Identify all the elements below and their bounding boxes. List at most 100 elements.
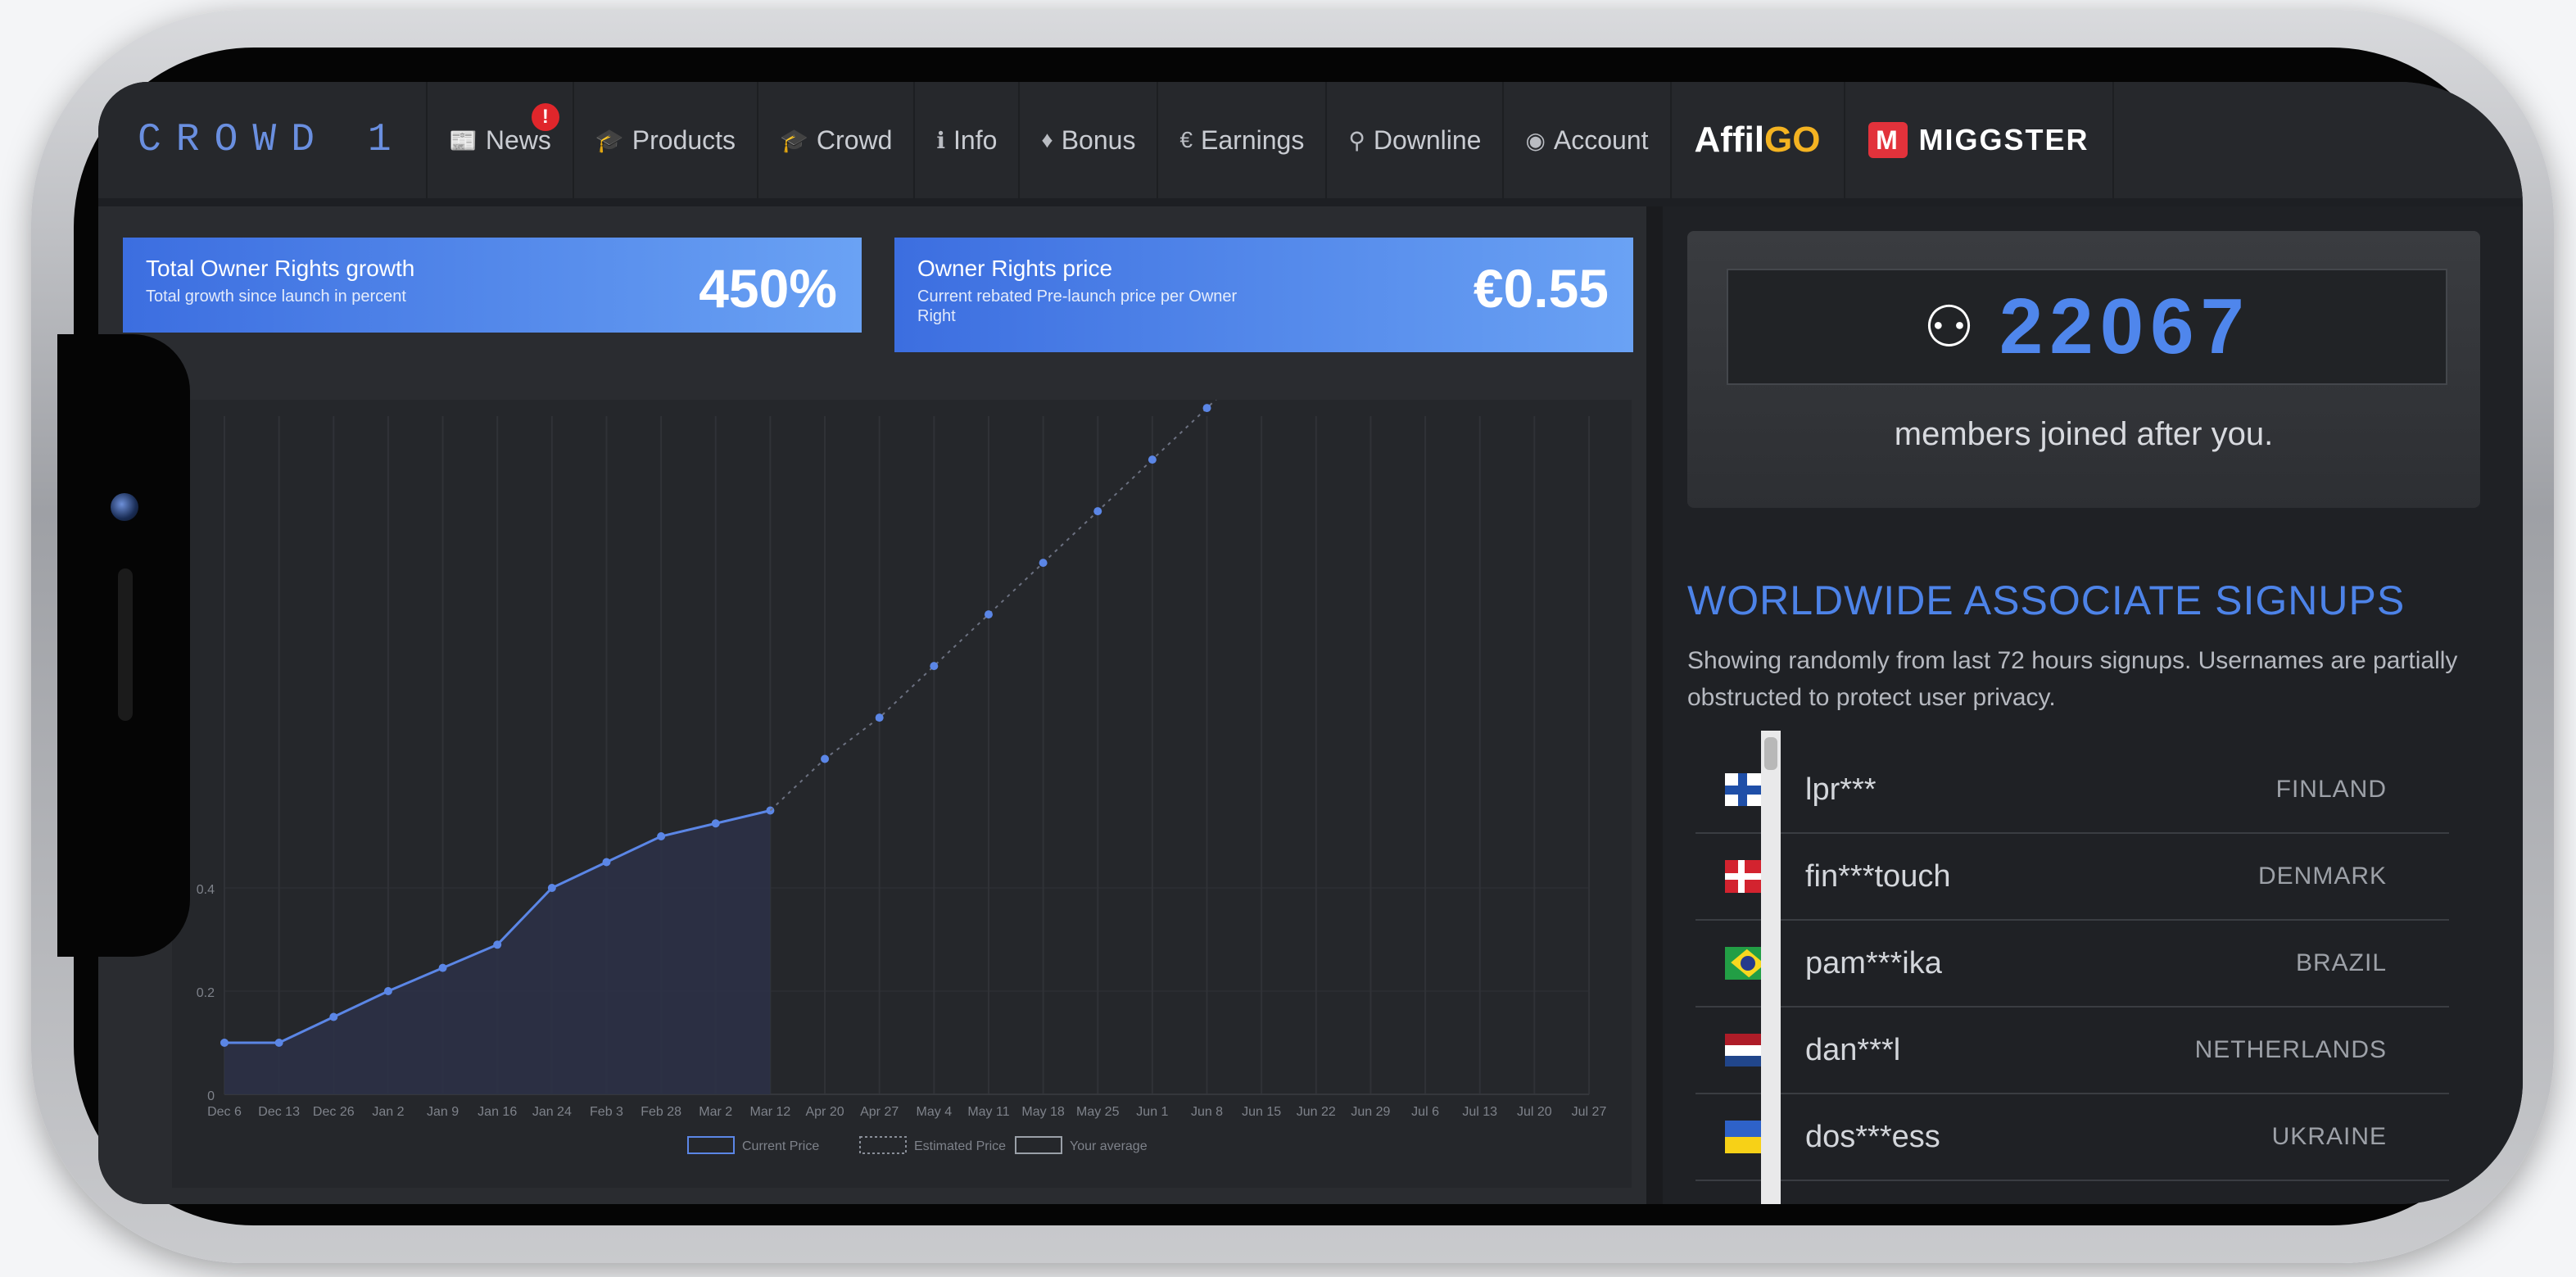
signups-subtitle: Showing randomly from last 72 hours sign…: [1687, 647, 2458, 711]
x-tick-label: Mar 12: [750, 1105, 791, 1119]
signup-country: DENMARK: [2257, 863, 2387, 890]
nav-item-label: Crowd: [816, 125, 893, 155]
x-tick-label: May 4: [917, 1105, 953, 1119]
signup-row: lpr*** FINLAND: [1695, 747, 2449, 834]
nav-item-downline[interactable]: ⚲ Downline: [1325, 82, 1502, 198]
legend-label: Estimated Price: [914, 1139, 1006, 1153]
current-price-point: [438, 963, 447, 972]
signup-row: fin***touch DENMARK: [1695, 834, 2449, 921]
current-price-point: [711, 819, 720, 828]
nav-item-label: Bonus: [1061, 125, 1136, 155]
signup-row: dos***ess UKRAINE: [1695, 1094, 2449, 1181]
signup-username: pam***ika: [1805, 945, 1942, 980]
x-tick-label: Jan 24: [532, 1105, 572, 1119]
x-tick-label: May 11: [967, 1105, 1009, 1119]
signup-username: fin***touch: [1805, 858, 1951, 894]
signup-username: dos***ess: [1805, 1119, 1940, 1154]
signup-country: BRAZIL: [2295, 949, 2387, 976]
group-users-icon: ⚇: [1923, 295, 1975, 359]
signups-title: WORLDWIDE ASSOCIATE SIGNUPS: [1687, 577, 2406, 623]
sitemap-icon: ⚲: [1348, 127, 1365, 153]
current-price-point: [602, 858, 611, 867]
signup-username: dan***l: [1805, 1032, 1901, 1067]
x-tick-label: May 25: [1076, 1105, 1120, 1119]
growth-stat-card: Total Owner Rights growth Total growth s…: [123, 238, 862, 333]
members-card: ⚇ 22067 members joined after you.: [1687, 231, 2480, 508]
y-tick-label: 0: [207, 1089, 215, 1103]
x-tick-label: Apr 20: [805, 1105, 844, 1119]
x-tick-label: Jul 13: [1462, 1105, 1497, 1119]
nav-item-label: Downline: [1373, 125, 1482, 155]
affilgo-text: Affil: [1694, 120, 1765, 160]
x-tick-label: Jan 2: [372, 1105, 404, 1119]
nav-item-news[interactable]: 📰 News!: [426, 82, 573, 198]
legend-label: Your average: [1070, 1139, 1148, 1153]
signup-row: dan***l NETHERLANDS: [1695, 1008, 2449, 1094]
x-tick-label: Jun 29: [1351, 1105, 1390, 1119]
price-subtitle: Current rebated Pre-launch price per Own…: [917, 288, 1238, 325]
miggster-icon: M: [1867, 122, 1908, 158]
affilgo-go-text: GO: [1764, 120, 1821, 160]
nav-item-products[interactable]: 🎓 Products: [572, 82, 757, 198]
miggster-logo-link[interactable]: M MIGGSTER: [1843, 82, 2114, 198]
estimated-price-point: [984, 610, 993, 619]
members-count: 22067: [1999, 283, 2251, 370]
signups-scrollbar[interactable]: [1761, 731, 1781, 1204]
app-screen: CROWD 1 📰 News! 🎓 Products 🎓 Crowd ℹ Info ♦ Bonus…: [98, 82, 2523, 1204]
current-price-point: [657, 832, 666, 840]
current-price-point: [493, 940, 502, 949]
nav-item-bonus[interactable]: ♦ Bonus: [1018, 82, 1157, 198]
graduation-cap-icon: 🎓: [780, 127, 808, 153]
news-alert-badge: !: [531, 103, 559, 131]
affilgo-logo-link[interactable]: Affil GO: [1669, 82, 1844, 198]
price-chart: 0 0.2 0.4 Dec 6 Dec 13 Dec 26 Jan 2 Jan 9 Jan 16…: [172, 82, 1632, 1188]
euro-icon: €: [1179, 127, 1193, 152]
info-icon: ℹ: [936, 127, 946, 153]
nav-item-earnings[interactable]: € Earnings: [1157, 82, 1325, 198]
members-caption: members joined after you.: [1894, 416, 2274, 452]
x-tick-label: Jul 6: [1411, 1105, 1439, 1119]
y-tick-label: 0.4: [197, 883, 215, 897]
x-tick-label: Mar 2: [699, 1105, 732, 1119]
diamond-icon: ♦: [1041, 127, 1053, 152]
x-tick-label: Dec 6: [207, 1105, 242, 1119]
signup-country: NETHERLANDS: [2194, 1036, 2387, 1063]
estimated-price-line: [769, 82, 1548, 812]
y-tick-label: 0.2: [197, 986, 215, 1000]
current-price-point: [220, 1039, 229, 1047]
nav-item-account[interactable]: ◉ Account: [1502, 82, 1669, 198]
x-tick-label: Jul 27: [1572, 1105, 1607, 1119]
legend-label: Current Price: [742, 1139, 819, 1153]
current-price-point: [274, 1039, 283, 1047]
x-tick-label: Jan 9: [427, 1105, 459, 1119]
owner-rights-panel: Total Owner Rights growth Total growth s…: [98, 82, 1646, 1204]
estimated-price-point: [821, 754, 830, 763]
legend-swatch: [1015, 1136, 1062, 1154]
nav-item-label: Products: [632, 125, 736, 155]
nav-item-crowd[interactable]: 🎓 Crowd: [757, 82, 913, 198]
x-tick-label: Feb 28: [641, 1105, 681, 1119]
current-price-point: [329, 1012, 338, 1021]
signups-scrollbar-thumb[interactable]: [1764, 737, 1777, 770]
miggster-label: MIGGSTER: [1918, 123, 2089, 156]
x-tick-label: Dec 13: [258, 1105, 300, 1119]
signup-country: FINLAND: [2275, 776, 2387, 803]
current-price-point: [547, 884, 556, 892]
estimated-price-point: [875, 713, 884, 722]
signup-row: pam***ika BRAZIL: [1695, 921, 2449, 1008]
estimated-price-point: [930, 662, 939, 671]
x-tick-label: May 18: [1021, 1105, 1065, 1119]
crowd1-logo[interactable]: CROWD 1: [98, 82, 426, 198]
graduation-cap-icon: 🎓: [595, 127, 624, 153]
x-tick-label: Jun 8: [1191, 1105, 1223, 1119]
nav-item-label: Earnings: [1201, 125, 1305, 155]
phone-side-button: [118, 568, 133, 721]
price-value: €0.55: [1473, 258, 1609, 319]
x-tick-label: Jun 22: [1297, 1105, 1336, 1119]
price-chart-svg: 0 0.2 0.4 Dec 6 Dec 13 Dec 26 Jan 2 Jan 9 Jan 16…: [197, 82, 1607, 1154]
x-tick-label: Jan 16: [478, 1105, 517, 1119]
signup-username: lpr***: [1805, 772, 1877, 807]
nav-item-label: Info: [953, 125, 998, 155]
nav-item-info[interactable]: ℹ Info: [913, 82, 1018, 198]
x-tick-label: Apr 27: [860, 1105, 899, 1119]
